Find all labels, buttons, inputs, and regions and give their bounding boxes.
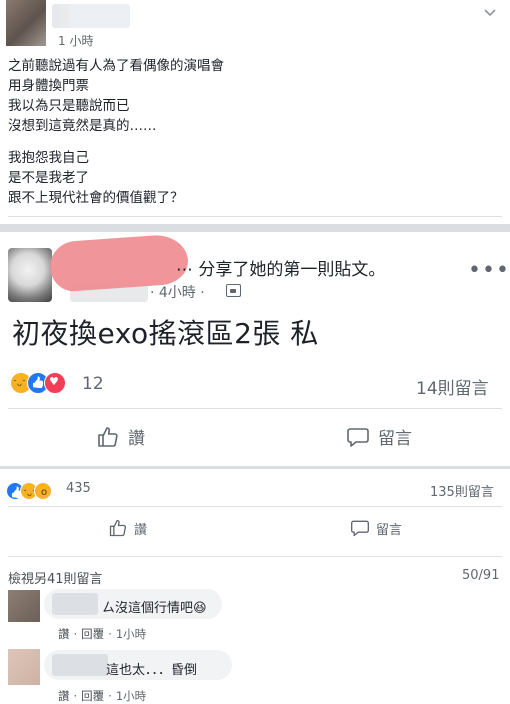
divider bbox=[8, 506, 502, 507]
like-label: 讚 bbox=[134, 522, 148, 538]
comment-paging: 50/91 bbox=[462, 568, 500, 583]
like-button[interactable]: 讚 bbox=[96, 424, 145, 449]
post-timestamp[interactable]: 1 小時 bbox=[58, 32, 93, 49]
shared-post-time[interactable]: · 4小時 · bbox=[150, 282, 205, 302]
reaction-icons[interactable] bbox=[10, 372, 66, 396]
outer-reaction-icons[interactable] bbox=[6, 480, 52, 500]
shared-author-avatar[interactable] bbox=[8, 248, 52, 302]
comment-like-link[interactable]: 讚 bbox=[58, 689, 70, 703]
wow-reaction-icon bbox=[34, 481, 52, 500]
comment-count[interactable]: 14則留言 bbox=[416, 374, 489, 399]
comment-like-link[interactable]: 讚 bbox=[58, 627, 70, 641]
comment-actions: 讚 · 回覆 · 1小時 bbox=[58, 626, 150, 642]
view-more-comments-link[interactable]: 檢視另41則留言 bbox=[8, 568, 103, 587]
comment-bubble-icon bbox=[351, 520, 369, 537]
outer-like-button[interactable]: 讚 bbox=[108, 518, 147, 538]
separator: · bbox=[108, 627, 112, 641]
comment-text: 這也太．．．昏倒 bbox=[106, 663, 198, 678]
comment-time[interactable]: 1小時 bbox=[116, 627, 146, 641]
shared-action-bar: 讚 留言 bbox=[0, 420, 510, 460]
separator: · bbox=[73, 689, 78, 703]
reaction-count[interactable]: 12 bbox=[82, 374, 104, 394]
section-divider bbox=[0, 224, 510, 232]
post-line: 我以為只是聽說而已 bbox=[8, 98, 130, 114]
comment-button[interactable]: 留言 bbox=[346, 424, 412, 449]
outer-action-bar: 讚 留言 bbox=[0, 514, 510, 554]
commenter-avatar[interactable] bbox=[8, 649, 40, 685]
section-divider bbox=[0, 466, 510, 469]
thumbs-up-icon bbox=[98, 426, 118, 447]
outer-comment-button[interactable]: 留言 bbox=[350, 518, 402, 538]
comment-text: ㄙ沒這個行情吧😆 bbox=[102, 601, 207, 616]
post-line: 之前聽說過有人為了看偶像的演唱會 bbox=[8, 58, 224, 74]
photo-privacy-icon bbox=[226, 284, 241, 297]
separator: · bbox=[108, 689, 112, 703]
outer-reaction-count[interactable]: 435 bbox=[66, 481, 91, 496]
post-line: 跟不上現代社會的價值觀了？ bbox=[8, 190, 184, 206]
post-paragraph-2: 我抱怨我自己 是不是我老了 跟不上現代社會的價值觀了？ bbox=[8, 148, 498, 208]
post-line: 是不是我老了 bbox=[8, 170, 89, 186]
post-line: 我抱怨我自己 bbox=[8, 150, 89, 166]
divider bbox=[8, 216, 502, 217]
comment-time[interactable]: 1小時 bbox=[116, 689, 146, 703]
commenter-name-redacted[interactable] bbox=[52, 593, 98, 615]
shared-post-header: ⋯ 分享了她的第一則貼文。 bbox=[176, 260, 386, 280]
comment-reply-link[interactable]: 回覆 bbox=[81, 627, 104, 641]
separator: · bbox=[73, 627, 78, 641]
more-options-icon[interactable]: ••• bbox=[468, 258, 510, 283]
chevron-down-icon[interactable] bbox=[484, 6, 496, 20]
shared-post-content: 初夜換exo搖滾區2張 私 bbox=[12, 317, 319, 350]
commenter-name-redacted[interactable] bbox=[52, 654, 108, 676]
comment-actions: 讚 · 回覆 · 1小時 bbox=[58, 688, 150, 704]
divider bbox=[8, 408, 502, 409]
comment-label: 留言 bbox=[376, 522, 403, 538]
thumbs-up-icon bbox=[109, 519, 127, 537]
commenter-avatar[interactable] bbox=[8, 590, 40, 622]
author-name-redacted-2 bbox=[70, 4, 130, 28]
post-line: 用身體換門票 bbox=[8, 78, 89, 94]
outer-comment-count[interactable]: 135則留言 bbox=[430, 481, 494, 500]
love-reaction-icon bbox=[44, 372, 66, 394]
post-paragraph-1: 之前聽說過有人為了看偶像的演唱會 用身體換門票 我以為只是聽說而已 沒想到這竟然… bbox=[8, 56, 498, 136]
comment-bubble-icon bbox=[347, 427, 369, 447]
author-avatar[interactable] bbox=[6, 0, 46, 46]
post-line: 沒想到這竟然是真的…… bbox=[8, 118, 157, 134]
comment-label: 留言 bbox=[378, 429, 412, 449]
like-label: 讚 bbox=[128, 429, 145, 449]
divider bbox=[8, 556, 502, 557]
comment-reply-link[interactable]: 回覆 bbox=[81, 689, 104, 703]
